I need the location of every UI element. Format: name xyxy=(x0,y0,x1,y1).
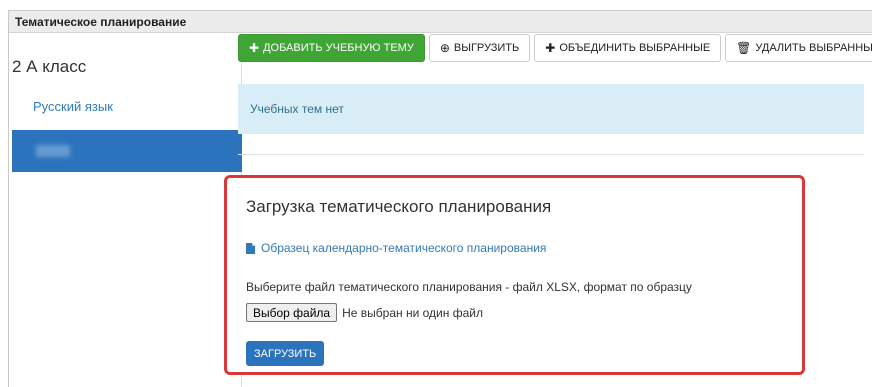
sample-file-link[interactable]: Образец календарно-тематического планиро… xyxy=(246,241,546,255)
download-circle-icon: ⊕ xyxy=(439,41,450,55)
subject-item-russian[interactable]: Русский язык xyxy=(33,99,113,114)
upload-instruction: Выберите файл тематического планирования… xyxy=(246,280,692,294)
divider xyxy=(238,154,864,155)
upload-submit-button[interactable]: ЗАГРУЗИТЬ xyxy=(246,341,325,366)
merge-selected-button[interactable]: ✚ ОБЪЕДИНИТЬ ВЫБРАННЫЕ xyxy=(534,34,722,62)
trash-icon: 🗑 xyxy=(736,41,752,55)
toolbar: ✚ ДОБАВИТЬ УЧЕБНУЮ ТЕМУ ⊕ ВЫГРУЗИТЬ ✚ ОБ… xyxy=(238,34,872,62)
add-topic-button[interactable]: ✚ ДОБАВИТЬ УЧЕБНУЮ ТЕМУ xyxy=(238,34,425,62)
class-sidebar: 2 А класс Русский язык xyxy=(9,33,242,387)
document-icon xyxy=(246,242,255,254)
class-title: 2 А класс xyxy=(12,57,87,76)
add-topic-label: ДОБАВИТЬ УЧЕБНУЮ ТЕМУ xyxy=(263,42,414,54)
file-status: Не выбран ни один файл xyxy=(342,305,483,320)
redacted-subject-label xyxy=(36,145,70,157)
sample-file-label: Образец календарно-тематического планиро… xyxy=(261,241,547,255)
upload-section: Загрузка тематического планирования Обра… xyxy=(224,175,805,375)
panel-title: Тематическое планирование xyxy=(9,11,872,33)
export-button[interactable]: ⊕ ВЫГРУЗИТЬ xyxy=(428,34,531,62)
export-label: ВЫГРУЗИТЬ xyxy=(453,42,520,54)
file-input: Выбор файла Не выбран ни один файл xyxy=(246,303,483,322)
delete-selected-button[interactable]: 🗑 УДАЛИТЬ ВЫБРАННЫЕ xyxy=(725,34,872,62)
choose-file-button[interactable]: Выбор файла xyxy=(246,303,338,322)
plus-icon: ✚ xyxy=(545,41,556,55)
plus-icon: ✚ xyxy=(249,41,260,55)
empty-topics-alert: Учебных тем нет xyxy=(238,84,864,134)
upload-title: Загрузка тематического планирования xyxy=(246,197,552,216)
merge-selected-label: ОБЪЕДИНИТЬ ВЫБРАННЫЕ xyxy=(559,42,711,54)
subject-item-selected[interactable] xyxy=(12,130,242,172)
delete-selected-label: УДАЛИТЬ ВЫБРАННЫЕ xyxy=(755,42,872,54)
